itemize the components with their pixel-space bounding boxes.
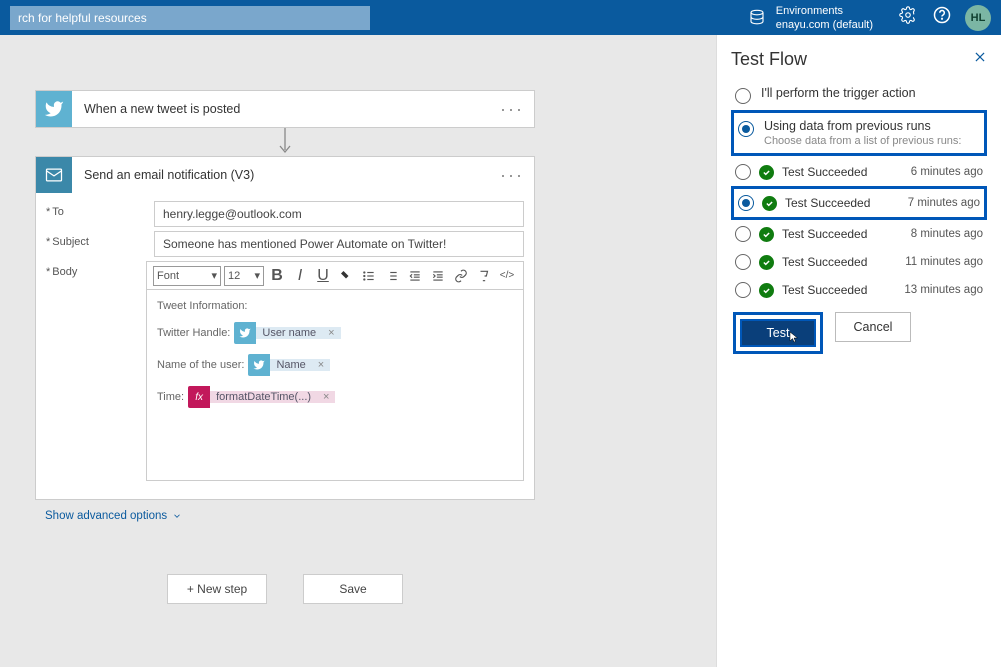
cursor-icon: [788, 330, 800, 347]
run-row[interactable]: Test Succeeded 13 minutes ago: [731, 276, 987, 304]
new-step-button[interactable]: + New step: [167, 574, 267, 604]
save-button[interactable]: Save: [303, 574, 403, 604]
run-time: 6 minutes ago: [911, 166, 983, 178]
rich-text-toolbar: Font▾ 12▾ B I U </>: [147, 262, 523, 290]
run-time: 11 minutes ago: [905, 256, 983, 268]
close-icon[interactable]: [973, 50, 987, 69]
link-button[interactable]: [451, 266, 471, 286]
test-flow-panel: Test Flow I'll perform the trigger actio…: [716, 35, 1001, 667]
italic-button[interactable]: I: [290, 266, 310, 286]
number-list-button[interactable]: [382, 266, 402, 286]
test-button-highlight: Test: [733, 312, 823, 354]
remove-token-icon[interactable]: ×: [322, 327, 340, 339]
body-line-info: Tweet Information:: [157, 300, 513, 312]
search-input[interactable]: [10, 6, 370, 30]
handle-label: Twitter Handle:: [157, 327, 230, 339]
run-label: Test Succeeded: [782, 255, 897, 269]
remove-token-icon[interactable]: ×: [312, 359, 330, 371]
success-icon: [759, 227, 774, 242]
action-menu-icon[interactable]: ···: [500, 165, 524, 186]
twitter-icon: [248, 354, 270, 376]
body-editor[interactable]: Tweet Information: Twitter Handle: User …: [147, 290, 523, 480]
environment-picker[interactable]: Environments enayu.com (default): [748, 4, 873, 32]
success-icon: [759, 165, 774, 180]
runs-list: Test Succeeded6 minutes agoTest Succeede…: [731, 158, 987, 304]
success-icon: [759, 255, 774, 270]
chevron-down-icon: [172, 511, 182, 521]
twitter-icon: [36, 91, 72, 127]
success-icon: [759, 283, 774, 298]
environment-label: Environments: [776, 4, 873, 18]
to-input[interactable]: [154, 201, 524, 227]
run-label: Test Succeeded: [782, 227, 903, 241]
indent-button[interactable]: [428, 266, 448, 286]
run-time: 13 minutes ago: [904, 284, 983, 296]
run-label: Test Succeeded: [782, 283, 896, 297]
radio-icon[interactable]: [735, 226, 751, 242]
environment-icon: [748, 8, 768, 28]
run-row[interactable]: Test Succeeded 8 minutes ago: [731, 220, 987, 248]
connector-arrow: [35, 128, 535, 156]
flow-canvas: When a new tweet is posted ··· Send an e…: [0, 35, 716, 667]
username-token[interactable]: User name ×: [234, 322, 340, 344]
run-row[interactable]: Test Succeeded 7 minutes ago: [731, 186, 987, 220]
username-label: Name of the user:: [157, 359, 244, 371]
code-view-button[interactable]: </>: [497, 266, 517, 286]
radio-icon[interactable]: [735, 282, 751, 298]
trigger-menu-icon[interactable]: ···: [500, 99, 524, 120]
remove-token-icon[interactable]: ×: [317, 391, 335, 403]
option-manual-trigger[interactable]: I'll perform the trigger action: [731, 80, 987, 110]
subject-input[interactable]: [154, 231, 524, 257]
run-time: 7 minutes ago: [908, 197, 980, 209]
radio-icon[interactable]: [735, 88, 751, 104]
body-label: Body: [46, 261, 146, 278]
action-title: Send an email notification (V3): [72, 168, 500, 182]
action-card[interactable]: Send an email notification (V3) ··· To S…: [35, 156, 535, 500]
name-token[interactable]: Name ×: [248, 354, 330, 376]
mail-icon: [36, 157, 72, 193]
run-label: Test Succeeded: [782, 165, 903, 179]
run-time: 8 minutes ago: [911, 228, 983, 240]
run-row[interactable]: Test Succeeded 11 minutes ago: [731, 248, 987, 276]
clear-format-button[interactable]: [474, 266, 494, 286]
cancel-button[interactable]: Cancel: [835, 312, 911, 342]
help-icon[interactable]: [933, 6, 951, 29]
to-label: To: [46, 201, 154, 218]
underline-button[interactable]: U: [313, 266, 333, 286]
bold-button[interactable]: B: [267, 266, 287, 286]
user-avatar[interactable]: HL: [965, 5, 991, 31]
subject-label: Subject: [46, 231, 154, 248]
radio-icon[interactable]: [735, 254, 751, 270]
time-label: Time:: [157, 391, 184, 403]
radio-icon[interactable]: [735, 164, 751, 180]
trigger-title: When a new tweet is posted: [72, 102, 500, 116]
trigger-card[interactable]: When a new tweet is posted ···: [35, 90, 535, 128]
run-row[interactable]: Test Succeeded 6 minutes ago: [731, 158, 987, 186]
option-previous-runs[interactable]: Using data from previous runs Choose dat…: [731, 110, 987, 156]
twitter-icon: [234, 322, 256, 344]
settings-icon[interactable]: [899, 6, 917, 29]
expression-token[interactable]: fx formatDateTime(...) ×: [188, 386, 335, 408]
top-bar: Environments enayu.com (default) HL: [0, 0, 1001, 35]
environment-name: enayu.com (default): [776, 18, 873, 32]
fx-icon: fx: [188, 386, 210, 408]
radio-icon[interactable]: [738, 121, 754, 137]
outdent-button[interactable]: [405, 266, 425, 286]
run-label: Test Succeeded: [785, 196, 900, 210]
size-select[interactable]: 12▾: [224, 266, 264, 286]
panel-title: Test Flow: [731, 49, 807, 70]
color-button[interactable]: [336, 266, 356, 286]
test-button[interactable]: Test: [740, 319, 816, 347]
radio-icon[interactable]: [738, 195, 754, 211]
bullet-list-button[interactable]: [359, 266, 379, 286]
font-select[interactable]: Font▾: [153, 266, 221, 286]
advanced-options-toggle[interactable]: Show advanced options: [45, 510, 182, 522]
success-icon: [762, 196, 777, 211]
